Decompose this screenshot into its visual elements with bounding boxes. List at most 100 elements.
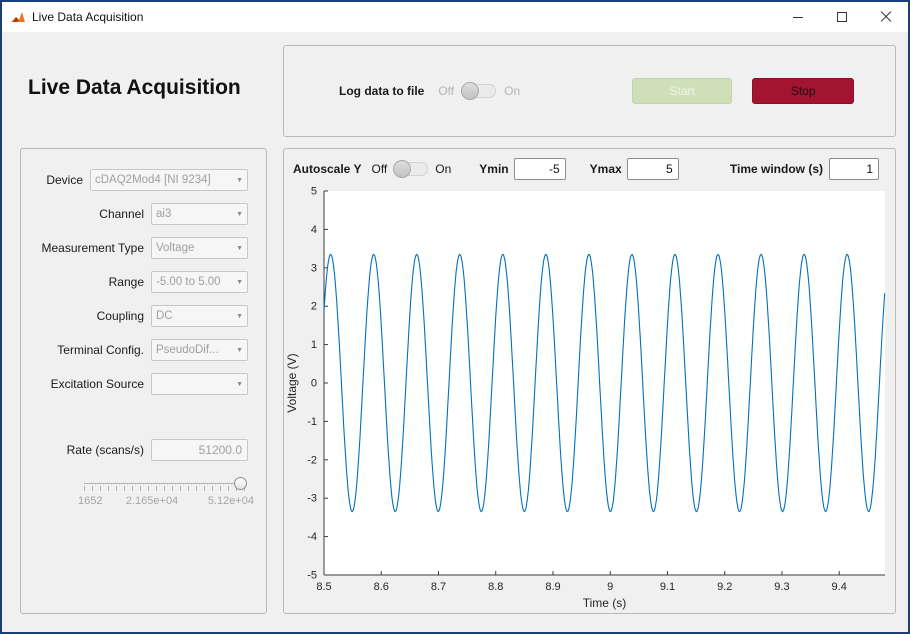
log-switch-on-label: On [504, 84, 521, 98]
log-data-label: Log data to file [339, 84, 425, 98]
matlab-icon [11, 12, 25, 22]
svg-text:9: 9 [607, 581, 613, 593]
svg-text:9.3: 9.3 [774, 581, 789, 593]
measurement-type-dropdown[interactable]: Voltage ▼ [151, 237, 248, 259]
coupling-dropdown-value: DC [156, 310, 173, 322]
slider-min-label: 1652 [78, 495, 103, 507]
svg-text:Voltage (V): Voltage (V) [285, 353, 299, 412]
terminal-config-dropdown[interactable]: PseudoDif... ▼ [151, 339, 248, 361]
measurement-type-row: Measurement Type Voltage ▼ [29, 237, 248, 259]
terminal-config-dropdown-value: PseudoDif... [156, 344, 219, 356]
device-dropdown[interactable]: cDAQ2Mod4 [NI 9234] ▼ [90, 169, 248, 191]
range-row: Range -5.00 to 5.00 ▼ [29, 271, 248, 293]
measurement-type-label: Measurement Type [41, 241, 145, 255]
close-icon [880, 11, 892, 23]
chevron-down-icon: ▼ [236, 244, 243, 252]
channel-dropdown[interactable]: ai3 ▼ [151, 203, 248, 225]
rate-label: Rate (scans/s) [66, 443, 144, 457]
svg-text:-1: -1 [307, 416, 317, 428]
log-switch-off-label: Off [438, 84, 455, 98]
svg-text:3: 3 [311, 262, 317, 274]
log-data-switch[interactable] [461, 82, 497, 100]
svg-text:1: 1 [311, 339, 317, 351]
device-row: Device cDAQ2Mod4 [NI 9234] ▼ [29, 169, 248, 191]
autoscale-switch[interactable] [393, 160, 429, 178]
chevron-down-icon: ▼ [236, 278, 243, 286]
svg-text:2: 2 [311, 301, 317, 313]
svg-text:8.7: 8.7 [431, 581, 446, 593]
device-form: Device cDAQ2Mod4 [NI 9234] ▼ Channel ai3… [21, 149, 266, 395]
coupling-label: Coupling [96, 309, 144, 323]
chevron-down-icon: ▼ [236, 176, 243, 184]
svg-text:9.4: 9.4 [832, 581, 847, 593]
app-window: Live Data Acquisition Live Data Acquisit… [0, 0, 910, 634]
svg-text:-3: -3 [307, 493, 317, 505]
rate-field[interactable] [151, 439, 248, 461]
measurement-type-dropdown-value: Voltage [156, 242, 195, 254]
window-controls [776, 2, 908, 32]
device-panel: Device cDAQ2Mod4 [NI 9234] ▼ Channel ai3… [20, 148, 267, 614]
svg-text:Time (s): Time (s) [583, 596, 627, 610]
excitation-source-dropdown[interactable]: ▼ [151, 373, 248, 395]
voltage-plot: 8.5 8.6 8.7 8.8 8.9 9 9.1 9.2 9.3 9.4 -5 -4 -3 -2 -1 0 1… [285, 186, 886, 610]
autoscale-label: Autoscale Y [293, 162, 362, 176]
svg-text:8.8: 8.8 [488, 581, 503, 593]
rate-slider-thumb[interactable] [233, 477, 247, 490]
svg-text:-2: -2 [307, 454, 317, 466]
app-body: Live Data Acquisition Device cDAQ2Mod4 [… [2, 32, 908, 632]
maximize-icon [837, 12, 847, 22]
device-label: Device [46, 173, 83, 187]
svg-text:-5: -5 [307, 570, 317, 582]
excitation-source-label: Excitation Source [50, 377, 144, 391]
coupling-dropdown[interactable]: DC ▼ [151, 305, 248, 327]
plot-panel: Autoscale Y Off On Ymin Ymax Time window… [283, 148, 896, 614]
terminal-config-row: Terminal Config. PseudoDif... ▼ [29, 339, 248, 361]
page-title: Live Data Acquisition [28, 76, 241, 99]
channel-dropdown-value: ai3 [156, 208, 172, 220]
maximize-button[interactable] [820, 2, 864, 32]
log-panel: Log data to file Off On Start Stop [283, 45, 896, 137]
start-button[interactable]: Start [632, 78, 733, 104]
range-dropdown-value: -5.00 to 5.00 [156, 276, 221, 288]
terminal-config-label: Terminal Config. [57, 343, 144, 357]
svg-text:9.1: 9.1 [660, 581, 675, 593]
ymin-label: Ymin [479, 162, 509, 176]
close-button[interactable] [864, 2, 908, 32]
excitation-source-row: Excitation Source ▼ [29, 373, 248, 395]
svg-text:0: 0 [311, 378, 317, 390]
chevron-down-icon: ▼ [236, 312, 243, 320]
chevron-down-icon: ▼ [236, 380, 243, 388]
autoscale-on-label: On [435, 162, 452, 176]
svg-text:8.6: 8.6 [374, 581, 389, 593]
channel-row: Channel ai3 ▼ [29, 203, 248, 225]
ymin-field[interactable] [513, 158, 566, 180]
stop-button[interactable]: Stop [752, 78, 855, 104]
svg-text:-4: -4 [307, 531, 317, 543]
log-switch-knob[interactable] [461, 82, 480, 100]
range-label: Range [108, 275, 144, 289]
svg-text:8.5: 8.5 [316, 581, 331, 593]
svg-text:4: 4 [311, 224, 317, 236]
coupling-row: Coupling DC ▼ [29, 305, 248, 327]
autoscale-off-label: Off [371, 162, 388, 176]
rate-slider-ticks [84, 486, 246, 491]
rate-slider-track[interactable] [84, 483, 246, 484]
chevron-down-icon: ▼ [236, 210, 243, 218]
rate-row: Rate (scans/s) [29, 439, 248, 461]
device-dropdown-value: cDAQ2Mod4 [NI 9234] [95, 174, 211, 186]
slider-max-label: 5.12e+04 [207, 495, 254, 507]
slider-mid-label: 2.165e+04 [125, 495, 179, 507]
channel-label: Channel [99, 207, 144, 221]
range-dropdown[interactable]: -5.00 to 5.00 ▼ [151, 271, 248, 293]
ymax-field[interactable] [626, 158, 679, 180]
svg-text:5: 5 [311, 186, 317, 198]
time-window-field[interactable] [829, 158, 879, 180]
minimize-icon [793, 16, 803, 18]
titlebar: Live Data Acquisition [2, 2, 908, 32]
chevron-down-icon: ▼ [236, 346, 243, 354]
ymax-label: Ymax [589, 162, 622, 176]
minimize-button[interactable] [776, 2, 820, 32]
svg-text:8.9: 8.9 [545, 581, 560, 593]
rate-slider[interactable]: 1652 2.165e+04 5.12e+04 [78, 475, 254, 517]
autoscale-switch-knob[interactable] [393, 160, 412, 178]
